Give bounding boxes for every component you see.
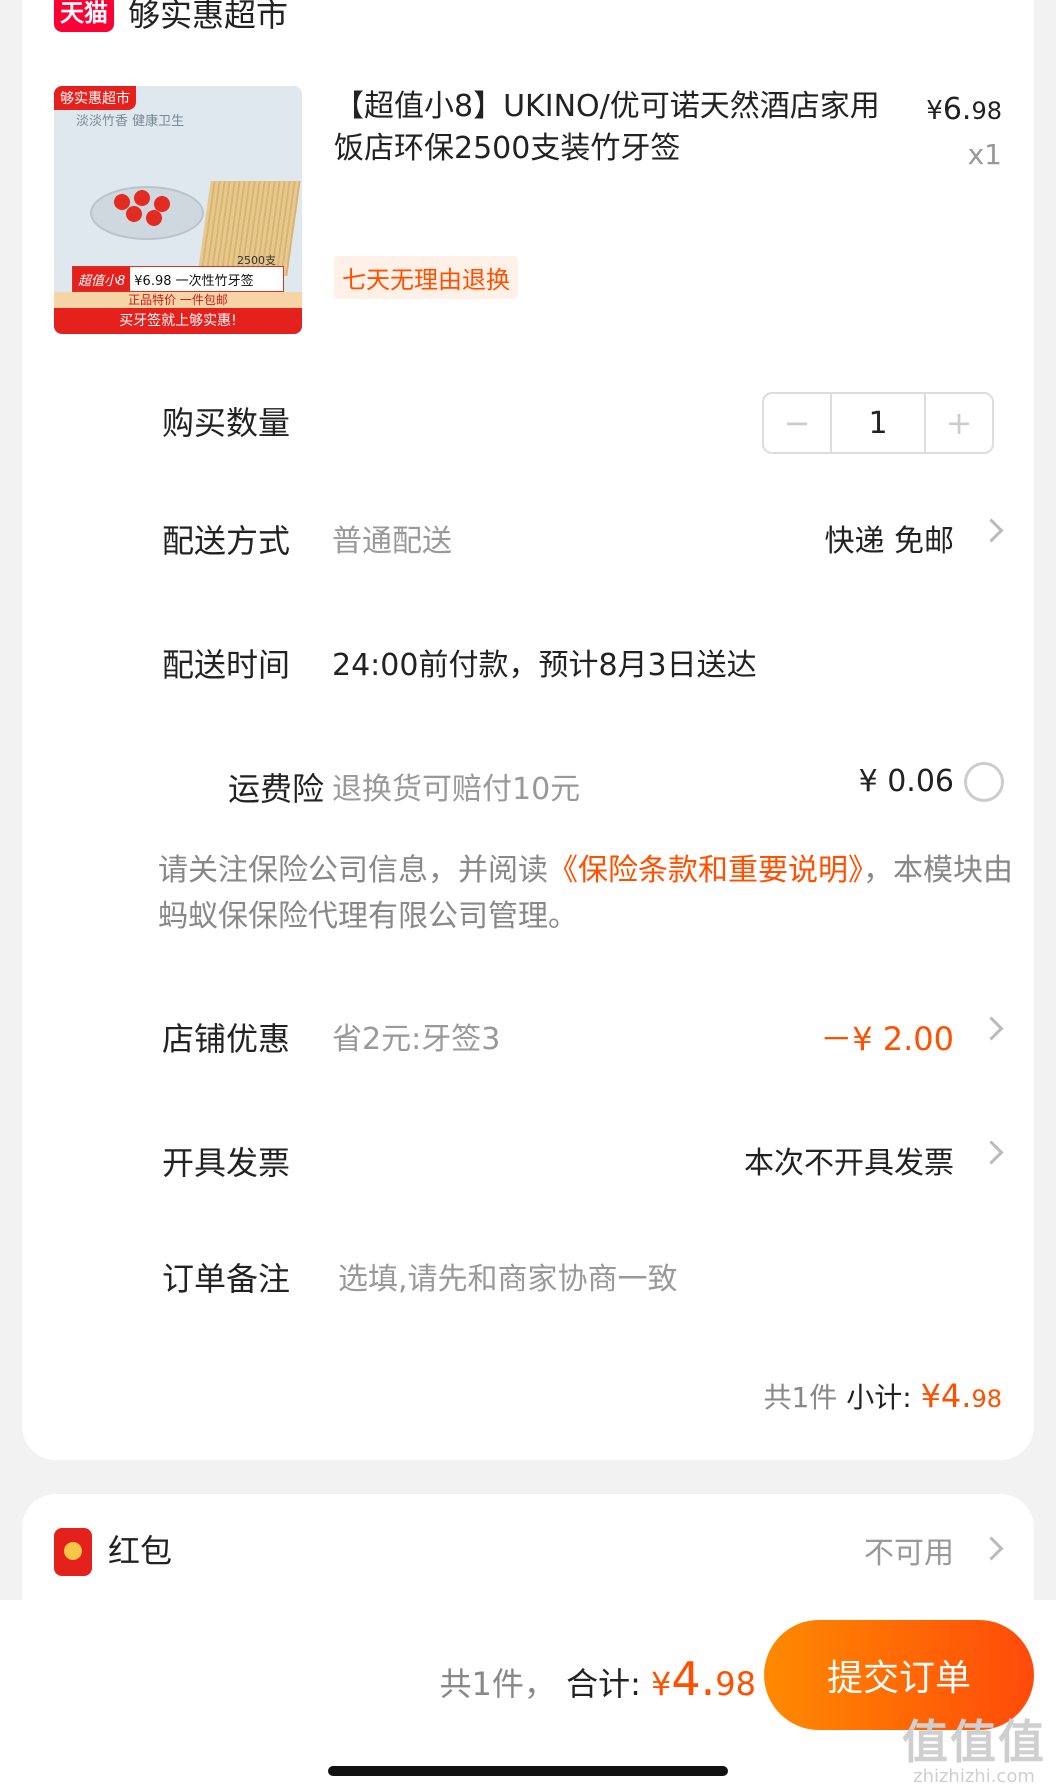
delivery-time-row: 配送时间 24:00前付款，预计8月3日送达 xyxy=(22,640,1034,700)
red-packet-icon xyxy=(54,1528,92,1576)
shop-header[interactable]: 天猫 够实惠超市 xyxy=(54,0,288,36)
shop-discount-value: 省2元:牙签3 xyxy=(332,1022,501,1057)
chevron-right-icon xyxy=(979,1536,1004,1561)
increment-button[interactable]: + xyxy=(926,394,992,452)
delivery-time-label: 配送时间 xyxy=(162,646,291,684)
image-price-text: ¥6.98 一次性竹牙签 xyxy=(134,273,254,289)
chevron-right-icon xyxy=(979,518,1004,543)
subtotal-int: 4. xyxy=(940,1377,972,1415)
shop-name[interactable]: 够实惠超市 xyxy=(128,0,288,36)
shop-discount-label: 店铺优惠 xyxy=(162,1020,291,1058)
subtotal-amount: ¥4.98 xyxy=(921,1377,1002,1415)
return-policy-badge: 七天无理由退换 xyxy=(334,256,518,299)
fruit-graphic xyxy=(126,206,142,222)
total-count: 共1件， xyxy=(439,1665,556,1703)
price-int: 6. xyxy=(942,92,972,127)
delivery-time-value: 24:00前付款，预计8月3日送达 xyxy=(332,648,757,683)
red-packet-status: 不可用 xyxy=(864,1536,954,1571)
insurance-notice: 请关注保险公司信息，并阅读《保险条款和重要说明》，本模块由蚂蚁保保险代理有限公司… xyxy=(158,848,1018,940)
shop-discount-row[interactable]: 店铺优惠 省2元:牙签3 －¥ 2.00 xyxy=(22,1014,1034,1074)
fruit-graphic xyxy=(134,190,150,206)
product-qty: x1 xyxy=(967,138,1002,171)
price-currency: ¥ xyxy=(926,96,943,126)
image-sub-band: 正品特价 一件包邮 xyxy=(54,292,302,308)
image-price-label: 超值小8 xyxy=(73,267,131,291)
price-dec: 98 xyxy=(971,97,1002,125)
order-card: 天猫 够实惠超市 够实惠超市 淡淡竹香 健康卫生 2500支 超值小8 ¥6.9… xyxy=(22,0,1034,1460)
subtotal: 共1件 小计: ¥4.98 xyxy=(763,1376,1002,1416)
chevron-right-icon xyxy=(979,1140,1004,1165)
image-tag: 够实惠超市 xyxy=(54,86,136,110)
subtotal-count: 共1件 xyxy=(763,1381,838,1414)
insurance-price: ¥ 0.06 xyxy=(858,764,954,799)
insurance-row[interactable]: 运费险 退换货可赔付10元 ¥ 0.06 xyxy=(22,762,1034,824)
remark-label: 订单备注 xyxy=(162,1260,291,1298)
subtotal-label: 小计: xyxy=(846,1381,912,1414)
total-amount: ¥4.98 xyxy=(651,1652,756,1706)
watermark-logo: 值值值 xyxy=(902,1715,1046,1769)
total-label: 合计: xyxy=(566,1665,641,1703)
subtotal-dec: 98 xyxy=(971,1385,1002,1413)
image-price-band: 超值小8 ¥6.98 一次性竹牙签 xyxy=(72,266,284,292)
invoice-row[interactable]: 开具发票 本次不开具发票 xyxy=(22,1138,1034,1198)
watermark: 值值值 zhizhizhi.com xyxy=(902,1706,1046,1787)
watermark-url: zhizhizhi.com xyxy=(913,1766,1035,1787)
shop-discount-amount: －¥ 2.00 xyxy=(820,1020,954,1058)
quantity-value[interactable]: 1 xyxy=(830,394,926,452)
image-bottom-band: 买牙签就上够实惠! xyxy=(54,308,302,334)
red-packet-label: 红包 xyxy=(108,1532,173,1570)
invoice-label: 开具发票 xyxy=(162,1144,291,1182)
order-total: 共1件， 合计: ¥4.98 xyxy=(440,1652,756,1706)
product-title[interactable]: 【超值小8】UKINO/优可诺天然酒店家用饭店环保2500支装竹牙签 xyxy=(334,86,894,170)
total-dec: 98 xyxy=(715,1665,756,1703)
delivery-option: 快递 免邮 xyxy=(824,524,954,559)
product-price: ¥6.98 xyxy=(926,92,1002,127)
product-image[interactable]: 够实惠超市 淡淡竹香 健康卫生 2500支 超值小8 ¥6.98 一次性竹牙签 … xyxy=(54,86,302,334)
home-indicator[interactable] xyxy=(328,1766,728,1776)
total-int: 4. xyxy=(671,1652,716,1706)
image-slogan: 淡淡竹香 健康卫生 xyxy=(76,114,185,129)
insurance-radio[interactable] xyxy=(964,762,1004,802)
notice-prefix: 请关注保险公司信息，并阅读 xyxy=(158,853,548,888)
remark-input[interactable]: 选填,请先和商家协商一致 xyxy=(338,1254,678,1298)
decrement-button[interactable]: − xyxy=(764,394,830,452)
remark-row: 订单备注 选填,请先和商家协商一致 xyxy=(22,1254,1034,1314)
tmall-logo: 天猫 xyxy=(54,0,114,32)
insurance-terms-link[interactable]: 《保险条款和重要说明》 xyxy=(548,853,863,888)
insurance-label: 运费险 xyxy=(227,770,324,808)
delivery-label: 配送方式 xyxy=(162,522,291,560)
subtotal-currency: ¥ xyxy=(920,1377,941,1415)
fruit-graphic xyxy=(146,210,162,226)
invoice-value: 本次不开具发票 xyxy=(744,1146,954,1181)
delivery-value: 普通配送 xyxy=(332,524,452,559)
checkout-bar: 共1件， 合计: ¥4.98 提交订单 xyxy=(0,1600,1056,1792)
insurance-value: 退换货可赔付10元 xyxy=(332,772,581,807)
chevron-right-icon xyxy=(979,1016,1004,1041)
total-currency: ¥ xyxy=(651,1665,672,1703)
delivery-row[interactable]: 配送方式 普通配送 快递 免邮 xyxy=(22,516,1034,576)
quantity-label: 购买数量 xyxy=(162,404,291,442)
quantity-stepper: − 1 + xyxy=(762,392,994,454)
